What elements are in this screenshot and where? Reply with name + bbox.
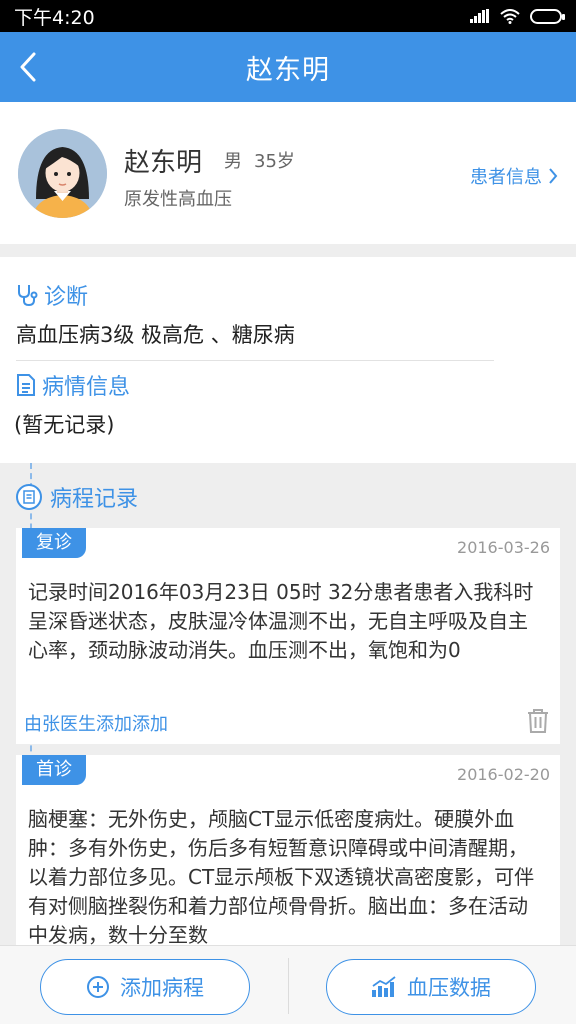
navigation-bar: 赵东明 — [0, 32, 576, 102]
patient-info-link[interactable]: 患者信息 — [470, 163, 558, 189]
back-icon[interactable] — [14, 50, 46, 84]
chart-icon — [372, 976, 396, 997]
avatar — [18, 129, 107, 218]
diagnosis-value: 高血压病3级 极高危 、糖尿病 — [16, 323, 295, 347]
blood-pressure-button[interactable]: 血压数据 — [326, 959, 536, 1015]
status-icons — [470, 8, 565, 24]
add-record-button[interactable]: 添加病程 — [40, 959, 250, 1015]
page-title: 赵东明 — [246, 54, 330, 86]
trash-icon[interactable] — [526, 708, 550, 734]
patient-age: 35岁 — [254, 151, 295, 172]
patient-name: 赵东明 — [124, 148, 203, 178]
diagnosis-card: 诊断 高血压病3级 极高危 、糖尿病 病情信息 (暂无记录) — [0, 257, 576, 463]
diagnosis-title: 诊断 — [44, 285, 89, 310]
record-type-badge: 首诊 — [22, 755, 86, 785]
record-date: 2016-03-26 — [457, 538, 550, 557]
record-content: 记录时间2016年03月23日 05时 32分患者患者入我科时呈深昏迷状态，皮肤… — [28, 580, 534, 662]
section-divider — [16, 360, 494, 361]
plus-circle-icon — [87, 976, 109, 998]
record-type-badge: 复诊 — [22, 528, 86, 558]
patient-gender: 男 — [224, 151, 242, 172]
record-list-icon — [16, 484, 42, 510]
record-author: 由张医生添加添加 — [24, 714, 168, 735]
button-divider — [288, 958, 289, 1014]
condition-title: 病情信息 — [42, 375, 131, 400]
record-date: 2016-02-20 — [457, 765, 550, 784]
condition-heading: 病情信息 — [16, 369, 130, 401]
diagnosis-heading: 诊断 — [16, 279, 88, 311]
patient-profile-card: 赵东明 男 35岁 原发性高血压 患者信息 — [0, 102, 576, 244]
record-content: 脑梗塞：无外伤史，颅脑CT显示低密度病灶。硬膜外血肿：多有外伤史，伤后多有短暂意… — [28, 807, 535, 947]
bottom-action-bar: 添加病程 血压数据 — [0, 945, 576, 1024]
blood-pressure-label: 血压数据 — [407, 976, 491, 1000]
stethoscope-icon — [18, 285, 38, 307]
chevron-right-icon — [549, 168, 558, 184]
signal-icon — [470, 9, 489, 23]
condition-value: (暂无记录) — [14, 413, 115, 437]
record-card[interactable]: 首诊 2016-02-20 脑梗塞：无外伤史，颅脑CT显示低密度病灶。硬膜外血肿… — [16, 755, 560, 965]
status-time: 下午4:20 — [14, 6, 95, 29]
record-card[interactable]: 复诊 2016-03-26 记录时间2016年03月23日 05时 32分患者患… — [16, 528, 560, 744]
patient-diagnosis: 原发性高血压 — [124, 189, 232, 210]
wifi-icon — [500, 8, 520, 24]
status-bar: 下午4:20 — [0, 0, 576, 32]
avatar-illustration — [18, 129, 107, 218]
patient-meta: 男 35岁 — [224, 147, 295, 173]
add-record-label: 添加病程 — [120, 976, 204, 1000]
records-heading: 病程记录 — [16, 481, 138, 513]
records-title: 病程记录 — [50, 487, 139, 512]
battery-icon — [530, 8, 565, 24]
document-icon — [17, 374, 35, 396]
patient-info-label: 患者信息 — [470, 167, 542, 188]
